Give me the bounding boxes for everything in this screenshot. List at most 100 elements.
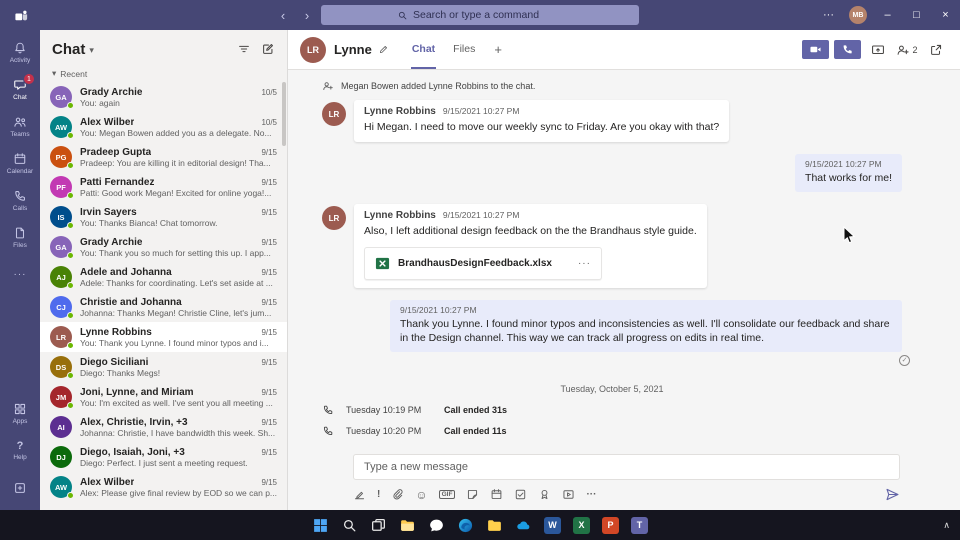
file-explorer-button[interactable] <box>396 513 420 537</box>
send-button[interactable] <box>885 487 900 502</box>
chat-list-item[interactable]: PG Pradeep Gupta 9/15 Pradeep: You are kil… <box>40 142 287 172</box>
call-log-entry[interactable]: Tuesday 10:20 PM Call ended 11s <box>322 425 902 437</box>
maximize-button[interactable]: □ <box>902 0 931 30</box>
rail-item-apps[interactable]: Apps <box>0 395 40 432</box>
edge-button[interactable] <box>454 513 478 537</box>
message-card[interactable]: Lynne Robbins 9/15/2021 10:27 PM Hi Megan… <box>354 100 730 143</box>
screen-share-button[interactable] <box>866 39 890 61</box>
add-people-button[interactable]: 2 <box>895 39 919 61</box>
stream-button[interactable] <box>562 488 575 501</box>
chat-list-item[interactable]: GA Grady Archie 10/5 You: again <box>40 82 287 112</box>
search-input[interactable] <box>413 9 563 21</box>
chat-list-header: Chat ▾ <box>40 30 287 68</box>
chat-date: 9/15 <box>261 357 278 367</box>
chat-list-item[interactable]: IS Irvin Sayers 9/15 You: Thanks Bianca! C… <box>40 202 287 232</box>
call-log-entry[interactable]: Tuesday 10:19 PM Call ended 31s <box>322 404 902 416</box>
message-card[interactable]: Lynne Robbins 9/15/2021 10:27 PM Also, I … <box>354 204 707 288</box>
chat-list-item[interactable]: DS Diego Siciliani 9/15 Diego: Thanks Megs… <box>40 352 287 382</box>
audio-call-button[interactable] <box>834 40 861 59</box>
chat-list-item[interactable]: DJ Diego, Isaiah, Joni, +3 9/15 Diego: Per… <box>40 442 287 472</box>
rail-item-more[interactable]: ··· <box>0 256 40 293</box>
onedrive-button[interactable] <box>512 513 536 537</box>
avatar: JM <box>50 386 74 409</box>
chat-list-item[interactable]: AW Alex Wilber 10/5 You: Megan Bowen added… <box>40 112 287 142</box>
filter-button[interactable] <box>233 38 255 60</box>
avatar-initials: DJ <box>56 452 66 462</box>
task-view-button[interactable] <box>367 513 391 537</box>
chat-list-panel: Chat ▾ ▾ Recent GA Grady Archie 10/5 You: … <box>40 30 289 510</box>
chevron-down-icon[interactable]: ▾ <box>89 45 94 56</box>
attach-button[interactable] <box>391 488 404 501</box>
avatar[interactable]: LR <box>322 206 347 231</box>
back-button[interactable]: ‹ <box>276 8 290 23</box>
message-card[interactable]: 9/15/2021 10:27 PM Thank you Lynne. I fo… <box>390 299 902 352</box>
presence-available-icon <box>67 402 74 409</box>
forward-button[interactable]: › <box>300 8 314 23</box>
avatar[interactable]: LR <box>322 102 347 126</box>
sticker-button[interactable] <box>466 488 479 501</box>
rail-item-store[interactable] <box>0 469 40 506</box>
scrollbar-thumb[interactable] <box>282 82 287 146</box>
compose-toolbar: ! ☺ GIF ··· <box>353 487 900 502</box>
message-input[interactable] <box>353 454 900 480</box>
taskbar-overflow-chevron[interactable]: ∧ <box>943 520 950 531</box>
rail-item-calls[interactable]: Calls <box>0 182 40 219</box>
command-search-box[interactable] <box>321 5 639 25</box>
close-button[interactable]: × <box>931 0 960 30</box>
windows-chat-button[interactable] <box>425 513 449 537</box>
format-button[interactable] <box>353 488 366 501</box>
avatar: GA <box>50 236 74 259</box>
chat-list-item[interactable]: GA Grady Archie 9/15 You: Thank you so muc… <box>40 232 287 262</box>
call-status: Call ended 11s <box>444 426 507 436</box>
recent-section-header[interactable]: ▾ Recent <box>40 68 287 82</box>
teams-taskbar-button[interactable]: T <box>628 513 652 537</box>
file-attachment[interactable]: BrandhausDesignFeedback.xlsx ··· <box>364 246 602 280</box>
chat-bubble-icon <box>430 519 443 531</box>
approvals-button[interactable] <box>514 488 527 501</box>
rail-item-activity[interactable]: Activity <box>0 34 40 71</box>
rail-item-chat[interactable]: 1 Chat <box>0 71 40 108</box>
presence-available-icon <box>67 492 74 499</box>
user-avatar[interactable]: MB <box>849 6 867 24</box>
giphy-button[interactable]: GIF <box>438 490 456 499</box>
rail-item-files[interactable]: Files <box>0 219 40 256</box>
attachment-more-button[interactable]: ··· <box>578 258 591 269</box>
word-button[interactable]: W <box>541 513 565 537</box>
schedule-meeting-button[interactable] <box>490 488 503 501</box>
conversation-avatar[interactable]: LR <box>300 36 327 63</box>
compose-more-button[interactable]: ··· <box>586 489 596 500</box>
rename-chat-button[interactable] <box>378 44 389 55</box>
add-tab-button[interactable]: + <box>492 30 504 69</box>
rail-item-help[interactable]: ? Help <box>0 432 40 469</box>
start-button[interactable] <box>309 513 333 537</box>
chat-list-item[interactable]: AJ Adele and Johanna 9/15 Adele: Thanks fo… <box>40 262 287 292</box>
message-text: That works for me! <box>805 172 892 185</box>
chat-preview: Pradeep: You are killing it in editorial… <box>80 157 271 168</box>
avatar: LR <box>50 326 74 349</box>
pop-out-chat-button[interactable] <box>924 39 948 61</box>
titlebar-more-button[interactable]: ··· <box>814 0 843 30</box>
rail-item-teams[interactable]: Teams <box>0 108 40 145</box>
minimize-button[interactable]: – <box>873 0 902 30</box>
chat-list-item[interactable]: AI Alex, Christie, Irvin, +3 9/15 Johanna:… <box>40 412 287 442</box>
taskbar-search-button[interactable] <box>338 513 362 537</box>
excel-button[interactable]: X <box>570 513 594 537</box>
documents-folder-button[interactable] <box>483 513 507 537</box>
tab-files[interactable]: Files <box>452 30 476 69</box>
tab-chat[interactable]: Chat <box>410 30 437 69</box>
chat-list-item[interactable]: PF Patti Fernandez 9/15 Patti: Good work M… <box>40 172 287 202</box>
new-chat-button[interactable] <box>257 38 279 60</box>
message-card[interactable]: 9/15/2021 10:27 PM That works for me! <box>795 154 902 193</box>
powerpoint-button[interactable]: P <box>599 513 623 537</box>
system-event-text: Megan Bowen added Lynne Robbins to the c… <box>341 81 536 91</box>
emoji-button[interactable]: ☺ <box>415 488 427 502</box>
video-call-button[interactable] <box>802 40 829 59</box>
rail-item-calendar[interactable]: Calendar <box>0 145 40 182</box>
chat-list-item[interactable]: JM Joni, Lynne, and Miriam 9/15 You: I'm e… <box>40 382 287 412</box>
importance-button[interactable]: ! <box>377 489 380 500</box>
chat-list-item[interactable]: CJ Christie and Johanna 9/15 Johanna: Than… <box>40 292 287 322</box>
chat-list-item[interactable]: AW Alex Wilber 9/15 Alex: Please give fina… <box>40 472 287 502</box>
chat-list-item-selected[interactable]: LR Lynne Robbins 9/15 You: Thank you Lynne… <box>40 322 288 352</box>
praise-button[interactable] <box>538 488 551 501</box>
chat-list: GA Grady Archie 10/5 You: again AW Alex Wi… <box>40 82 288 510</box>
